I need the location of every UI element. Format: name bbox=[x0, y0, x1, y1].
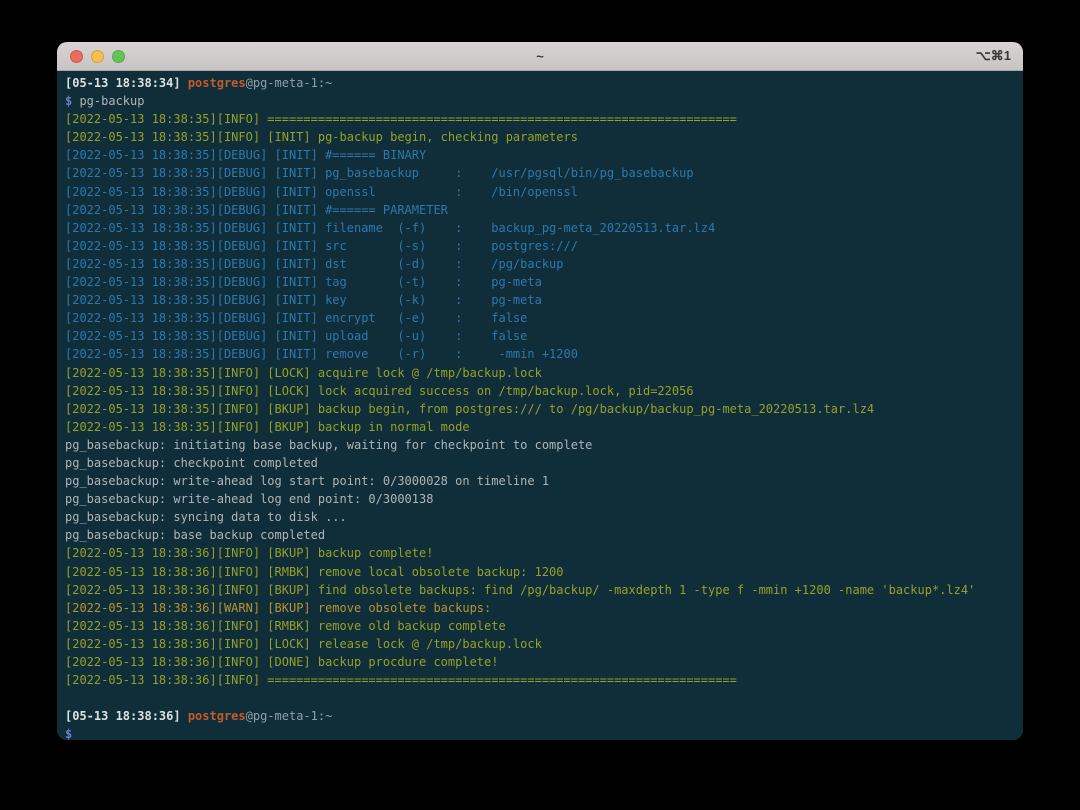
terminal-text-segment: [2022-05-13 18:38:35][INFO] ============… bbox=[65, 112, 737, 126]
terminal-text-segment: [2022-05-13 18:38:36][INFO] [RMBK] remov… bbox=[65, 565, 564, 579]
terminal-line: pg_basebackup: syncing data to disk ... bbox=[65, 508, 1015, 526]
terminal-line: [2022-05-13 18:38:36][INFO] [BKUP] find … bbox=[65, 581, 1015, 599]
terminal-text-segment: [05-13 18:38:34] bbox=[65, 76, 188, 90]
terminal-text-segment: pg_basebackup: write-ahead log end point… bbox=[65, 492, 433, 506]
terminal-line: [2022-05-13 18:38:35][DEBUG] [INIT] #===… bbox=[65, 146, 1015, 164]
terminal-line: [2022-05-13 18:38:36][INFO] [LOCK] relea… bbox=[65, 635, 1015, 653]
terminal-text-segment: pg_basebackup: initiating base backup, w… bbox=[65, 438, 592, 452]
terminal-line: [2022-05-13 18:38:35][DEBUG] [INIT] key … bbox=[65, 291, 1015, 309]
terminal-text-segment: [2022-05-13 18:38:35][DEBUG] [INIT] encr… bbox=[65, 311, 527, 325]
terminal-text-segment: @pg-meta-1:~ bbox=[246, 76, 333, 90]
terminal-line: [2022-05-13 18:38:36][INFO] [BKUP] backu… bbox=[65, 544, 1015, 562]
terminal-text-segment: [2022-05-13 18:38:35][DEBUG] [INIT] pg_b… bbox=[65, 166, 694, 180]
terminal-line: $ bbox=[65, 725, 1015, 740]
terminal-text-segment: [2022-05-13 18:38:35][DEBUG] [INIT] #===… bbox=[65, 148, 426, 162]
terminal-line: [2022-05-13 18:38:35][DEBUG] [INIT] #===… bbox=[65, 201, 1015, 219]
terminal-text-segment: [2022-05-13 18:38:35][INFO] [BKUP] backu… bbox=[65, 402, 874, 416]
terminal-line: $ pg-backup bbox=[65, 92, 1015, 110]
window-titlebar[interactable]: ~ ⌥⌘1 bbox=[57, 42, 1023, 71]
terminal-line: [2022-05-13 18:38:35][INFO] [BKUP] backu… bbox=[65, 400, 1015, 418]
terminal-text-segment: [2022-05-13 18:38:35][DEBUG] [INIT] key … bbox=[65, 293, 542, 307]
terminal-text-segment: [2022-05-13 18:38:35][INFO] [LOCK] acqui… bbox=[65, 366, 542, 380]
terminal-line: [2022-05-13 18:38:35][DEBUG] [INIT] remo… bbox=[65, 345, 1015, 363]
terminal-text-segment: pg_basebackup: base backup completed bbox=[65, 528, 325, 542]
terminal-text-segment: pg_basebackup: write-ahead log start poi… bbox=[65, 474, 549, 488]
terminal-text-segment: [2022-05-13 18:38:35][DEBUG] [INIT] dst … bbox=[65, 257, 564, 271]
terminal-text-segment: [2022-05-13 18:38:35][DEBUG] [INIT] #===… bbox=[65, 203, 448, 217]
terminal-text-segment: [2022-05-13 18:38:35][INFO] [BKUP] backu… bbox=[65, 420, 470, 434]
terminal-text-segment: [2022-05-13 18:38:35][DEBUG] [INIT] remo… bbox=[65, 347, 578, 361]
terminal-line: pg_basebackup: initiating base backup, w… bbox=[65, 436, 1015, 454]
terminal-line: [2022-05-13 18:38:35][DEBUG] [INIT] open… bbox=[65, 183, 1015, 201]
terminal-line: [2022-05-13 18:38:35][DEBUG] [INIT] pg_b… bbox=[65, 164, 1015, 182]
terminal-line: pg_basebackup: write-ahead log end point… bbox=[65, 490, 1015, 508]
terminal-line: pg_basebackup: checkpoint completed bbox=[65, 454, 1015, 472]
terminal-text-segment: [2022-05-13 18:38:36][INFO] [LOCK] relea… bbox=[65, 637, 542, 651]
terminal-line: [2022-05-13 18:38:36][WARN] [BKUP] remov… bbox=[65, 599, 1015, 617]
terminal-text-segment: [2022-05-13 18:38:36][INFO] [DONE] backu… bbox=[65, 655, 498, 669]
terminal-text-segment: [2022-05-13 18:38:35][DEBUG] [INIT] tag … bbox=[65, 275, 542, 289]
window-title: ~ bbox=[57, 49, 1023, 64]
terminal-line: pg_basebackup: base backup completed bbox=[65, 526, 1015, 544]
terminal-text-segment: pg-backup bbox=[79, 94, 144, 108]
terminal-line bbox=[65, 689, 1015, 707]
terminal-text-segment: [2022-05-13 18:38:36][INFO] [RMBK] remov… bbox=[65, 619, 506, 633]
terminal-line: [2022-05-13 18:38:35][DEBUG] [INIT] src … bbox=[65, 237, 1015, 255]
terminal-text-segment: [2022-05-13 18:38:36][INFO] ============… bbox=[65, 673, 737, 687]
terminal-text-segment: [2022-05-13 18:38:35][INFO] [INIT] pg-ba… bbox=[65, 130, 578, 144]
terminal-text-segment: [2022-05-13 18:38:36][INFO] [BKUP] backu… bbox=[65, 546, 433, 560]
terminal-text-segment: [2022-05-13 18:38:35][DEBUG] [INIT] file… bbox=[65, 221, 715, 235]
terminal-text-segment: postgres bbox=[188, 709, 246, 723]
terminal-line: pg_basebackup: write-ahead log start poi… bbox=[65, 472, 1015, 490]
terminal-window: ~ ⌥⌘1 [05-13 18:38:34] postgres@pg-meta-… bbox=[57, 42, 1023, 740]
terminal-text-segment: postgres bbox=[188, 76, 246, 90]
terminal-text-segment: [2022-05-13 18:38:35][DEBUG] [INIT] uplo… bbox=[65, 329, 527, 343]
terminal-text-segment: pg_basebackup: syncing data to disk ... bbox=[65, 510, 347, 524]
terminal-text-segment: [05-13 18:38:36] bbox=[65, 709, 188, 723]
terminal-line: [2022-05-13 18:38:36][INFO] [RMBK] remov… bbox=[65, 563, 1015, 581]
terminal-text-segment: [2022-05-13 18:38:36][INFO] [BKUP] find … bbox=[65, 583, 975, 597]
terminal-text-segment: $ bbox=[65, 727, 72, 740]
terminal-line: [2022-05-13 18:38:35][INFO] ============… bbox=[65, 110, 1015, 128]
terminal-text-segment: [2022-05-13 18:38:35][DEBUG] [INIT] open… bbox=[65, 185, 578, 199]
terminal-line: [2022-05-13 18:38:35][DEBUG] [INIT] tag … bbox=[65, 273, 1015, 291]
window-shortcut-badge: ⌥⌘1 bbox=[976, 48, 1011, 64]
terminal-text-segment: [2022-05-13 18:38:35][INFO] [LOCK] lock … bbox=[65, 384, 694, 398]
terminal-line: [2022-05-13 18:38:36][INFO] [DONE] backu… bbox=[65, 653, 1015, 671]
terminal-text-segment: $ bbox=[65, 94, 79, 108]
terminal-text-segment: [2022-05-13 18:38:35][DEBUG] [INIT] src … bbox=[65, 239, 578, 253]
terminal-output[interactable]: [05-13 18:38:34] postgres@pg-meta-1:~$ p… bbox=[57, 71, 1023, 740]
terminal-line: [2022-05-13 18:38:36][INFO] [RMBK] remov… bbox=[65, 617, 1015, 635]
terminal-text-segment: pg_basebackup: checkpoint completed bbox=[65, 456, 318, 470]
terminal-line: [05-13 18:38:34] postgres@pg-meta-1:~ bbox=[65, 74, 1015, 92]
terminal-text-segment: @pg-meta-1:~ bbox=[246, 709, 333, 723]
terminal-line: [2022-05-13 18:38:35][INFO] [LOCK] lock … bbox=[65, 382, 1015, 400]
terminal-line: [05-13 18:38:36] postgres@pg-meta-1:~ bbox=[65, 707, 1015, 725]
terminal-line: [2022-05-13 18:38:36][INFO] ============… bbox=[65, 671, 1015, 689]
terminal-line: [2022-05-13 18:38:35][DEBUG] [INIT] uplo… bbox=[65, 327, 1015, 345]
terminal-line: [2022-05-13 18:38:35][DEBUG] [INIT] dst … bbox=[65, 255, 1015, 273]
terminal-line: [2022-05-13 18:38:35][DEBUG] [INIT] file… bbox=[65, 219, 1015, 237]
terminal-line: [2022-05-13 18:38:35][INFO] [LOCK] acqui… bbox=[65, 364, 1015, 382]
terminal-line: [2022-05-13 18:38:35][INFO] [INIT] pg-ba… bbox=[65, 128, 1015, 146]
terminal-line: [2022-05-13 18:38:35][INFO] [BKUP] backu… bbox=[65, 418, 1015, 436]
terminal-line: [2022-05-13 18:38:35][DEBUG] [INIT] encr… bbox=[65, 309, 1015, 327]
terminal-text-segment: [2022-05-13 18:38:36][WARN] [BKUP] remov… bbox=[65, 601, 491, 615]
